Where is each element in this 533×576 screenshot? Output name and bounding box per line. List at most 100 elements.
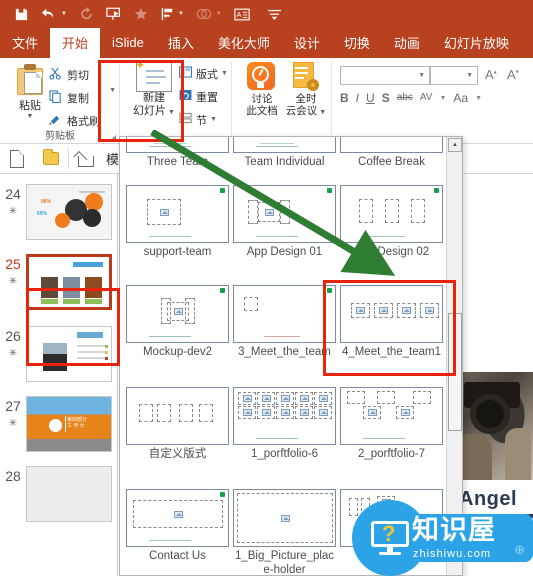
font-name-input[interactable]: ▼	[340, 66, 430, 85]
layout-item-contact-us[interactable]: Contact Us	[126, 489, 229, 563]
layout-item-team-individual[interactable]: Team Individual	[233, 137, 336, 169]
grow-font-button[interactable]: A▴	[485, 67, 497, 82]
paste-dropdown-icon[interactable]: ▼	[8, 113, 52, 121]
gallery-scroll-area: Three Team Team Individual Coffee Break …	[120, 137, 447, 575]
strikethrough-button[interactable]: abc	[397, 91, 413, 105]
clipboard-more-icon[interactable]: ▼	[109, 87, 116, 94]
layout-item-1-big-picture-placeholder[interactable]: 1_Big_Picture_place-holder	[233, 489, 336, 575]
slide-item-25[interactable]: 25 ✳	[0, 254, 117, 310]
slide-canvas-right-strip: Angel 客户总监	[455, 174, 533, 576]
new-slide-dropdown-icon[interactable]: ▼	[168, 106, 175, 119]
layout-button[interactable]: 版式 ▼	[178, 62, 230, 85]
slide-item-26[interactable]: 26 ✳	[0, 326, 117, 382]
tab-islide[interactable]: iSlide	[100, 28, 156, 58]
redo-icon[interactable]	[79, 7, 94, 21]
tab-file[interactable]: 文件	[0, 28, 50, 58]
slide-number-27: 27 ✳	[5, 398, 21, 429]
discuss-label-2: 此文档	[246, 105, 278, 117]
align-dropdown-icon[interactable]: ▼	[178, 11, 184, 17]
undo-dropdown-icon[interactable]: ▼	[61, 11, 67, 17]
new-slide-button[interactable]: ✦ 新建 幻灯片 ▼	[130, 59, 178, 119]
customize-qat-icon[interactable]	[267, 9, 281, 20]
slide-item-28[interactable]: 28	[0, 466, 117, 522]
tab-transitions[interactable]: 切换	[332, 28, 382, 58]
layout-item-app-design-01[interactable]: App Design 01	[233, 185, 336, 259]
merge-dropdown-icon[interactable]: ▼	[216, 11, 222, 17]
align-icon[interactable]	[160, 7, 174, 21]
layout-item-mockup-dev2[interactable]: Mockup-dev2	[126, 285, 229, 359]
star-icon[interactable]	[134, 7, 148, 21]
new-slide-label-1: 新建	[143, 92, 165, 104]
tab-slideshow[interactable]: 幻灯片放映	[432, 28, 521, 58]
slide-layout-gallery[interactable]: Three Team Team Individual Coffee Break …	[119, 136, 463, 576]
cloud-meeting-dropdown-icon[interactable]: ▼	[319, 107, 326, 119]
discuss-doc-button[interactable]: 讨论 此文档	[240, 62, 284, 117]
reset-button[interactable]: 重置	[178, 85, 230, 108]
tab-design[interactable]: 设计	[282, 28, 332, 58]
slide-thumbnail-24[interactable]: 96% 69%	[26, 184, 112, 240]
home-icon[interactable]	[69, 144, 103, 173]
text-box-icon[interactable]: A	[234, 8, 250, 21]
paste-button[interactable]: 粘贴 ▼	[8, 64, 52, 121]
merge-shapes-icon[interactable]	[196, 7, 212, 21]
layout-item-three-team[interactable]: Three Team	[126, 137, 229, 169]
italic-button[interactable]: I	[356, 91, 359, 105]
copy-button[interactable]: 复制	[48, 86, 110, 109]
shrink-font-button[interactable]: A▾	[507, 67, 519, 82]
font-size-dropdown-icon[interactable]: ▼	[466, 72, 473, 79]
section-dropdown-icon[interactable]: ▼	[210, 116, 217, 123]
cloud-meeting-button[interactable]: 全时 云会议 ▼	[284, 62, 328, 119]
bold-button[interactable]: B	[340, 91, 349, 105]
photographer-photo	[458, 372, 533, 480]
slide-thumbnail-26[interactable]	[26, 326, 112, 382]
slide-item-27[interactable]: 27 ✳ 第四部分工 作 计	[0, 396, 117, 452]
layout-dropdown-icon[interactable]: ▼	[221, 70, 228, 77]
ribbon-body: 粘贴 ▼ 剪切 复制 格式刷 ▼ 剪贴板 ◢ ✦ 新建 幻灯片 ▼ 版式 ▼ 重…	[0, 58, 533, 144]
undo-icon[interactable]	[41, 7, 57, 21]
discuss-label-1: 讨论	[251, 93, 273, 105]
ribbon-tabs: 文件 开始 iSlide 插入 美化大师 设计 切换 动画 幻灯片放映	[0, 28, 533, 58]
tab-beautify[interactable]: 美化大师	[206, 28, 282, 58]
layout-item-1-porftfolio-6[interactable]: 1_porftfolio-6	[233, 387, 336, 461]
clipboard-dialog-launcher[interactable]: ◢	[110, 133, 116, 142]
tab-home[interactable]: 开始	[50, 28, 101, 58]
character-spacing-button[interactable]: AV	[420, 91, 433, 105]
section-button[interactable]: 节 ▼	[178, 108, 230, 131]
change-case-dropdown-icon[interactable]: ▼	[475, 95, 482, 102]
layout-item-03-app[interactable]: 03_app	[340, 489, 447, 563]
change-case-button[interactable]: Aa	[453, 91, 468, 105]
copy-icon	[48, 89, 63, 106]
layout-item-custom-layout[interactable]: 自定义版式	[126, 387, 229, 461]
slide-commands: 版式 ▼ 重置 节 ▼	[178, 62, 230, 131]
layout-item-support-team[interactable]: support-team	[126, 185, 229, 259]
underline-button[interactable]: U	[366, 91, 375, 105]
cut-button[interactable]: 剪切	[48, 63, 110, 86]
new-file-icon[interactable]	[0, 144, 34, 173]
tab-insert[interactable]: 插入	[156, 28, 206, 58]
slide-thumbnail-panel[interactable]: 24 ✳ 96% 69% 25 ✳ 26 ✳ 27 ✳ 第四部分 工 作 计 2…	[0, 174, 118, 576]
scrollbar-thumb[interactable]	[448, 313, 462, 431]
layout-item-coffee-break[interactable]: Coffee Break	[340, 137, 443, 169]
start-presentation-icon[interactable]	[106, 7, 122, 22]
font-name-dropdown-icon[interactable]: ▼	[418, 72, 425, 79]
open-folder-icon[interactable]	[34, 144, 68, 173]
tab-animations[interactable]: 动画	[382, 28, 432, 58]
slide-number-24: 24 ✳	[5, 186, 21, 217]
character-spacing-dropdown-icon[interactable]: ▼	[439, 95, 446, 102]
layout-item-app-design-02[interactable]: App Design 02	[340, 185, 443, 259]
font-size-input[interactable]: ▼	[430, 66, 478, 85]
slide-thumbnail-28[interactable]	[26, 466, 112, 522]
new-slide-label-2: 幻灯片	[133, 105, 167, 117]
slide-thumbnail-27[interactable]: 第四部分工 作 计	[26, 396, 112, 452]
shadow-button[interactable]: S	[382, 91, 390, 105]
layout-item-4-meet-the-team1[interactable]: 4_Meet_the_team1	[340, 285, 443, 359]
scroll-up-icon[interactable]: ▲	[448, 138, 462, 152]
ribbon-group-font: ▼ ▼ A▴ A▾ B I U S abc AV ▼ Aa ▼	[334, 58, 533, 144]
person-name: Angel	[459, 488, 518, 510]
layout-item-2-porftfolio-7[interactable]: 2_porftfolio-7	[340, 387, 443, 461]
gallery-scrollbar[interactable]: ▲	[446, 137, 462, 575]
slide-item-24[interactable]: 24 ✳ 96% 69%	[0, 184, 117, 240]
layout-item-3-meet-the-team[interactable]: 3_Meet_the_team	[233, 285, 336, 359]
save-icon[interactable]	[14, 7, 29, 22]
slide-thumbnail-25[interactable]	[26, 254, 112, 310]
